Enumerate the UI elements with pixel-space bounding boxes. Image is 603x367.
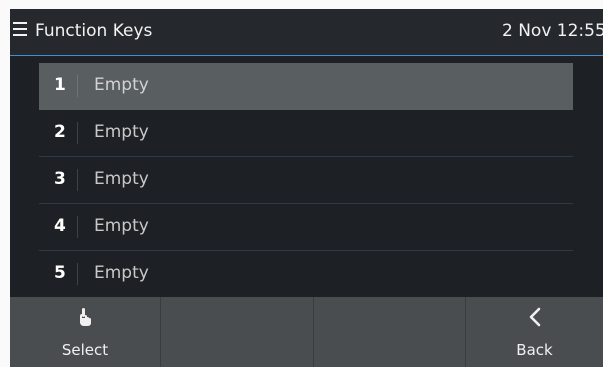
page-title: Function Keys	[35, 21, 153, 41]
phone-screen: Function Keys 2 Nov 12:55 1 Empty 2 Empt…	[10, 9, 603, 367]
softkey-bar: Select Back	[10, 297, 603, 367]
clock: 2 Nov 12:55	[502, 21, 603, 41]
softkey-2[interactable]	[161, 297, 314, 367]
item-label: Empty	[94, 122, 149, 142]
item-number: 5	[54, 263, 66, 283]
item-divider	[77, 169, 78, 191]
list-item-3[interactable]: 3 Empty	[39, 157, 573, 204]
item-label: Empty	[94, 263, 149, 283]
select-softkey-label: Select	[61, 341, 109, 359]
function-key-list: 1 Empty 2 Empty 3 Empty 4 Empty 5 Empty	[39, 63, 573, 298]
item-number: 1	[54, 75, 66, 95]
item-divider	[77, 122, 78, 144]
item-divider	[77, 216, 78, 238]
select-softkey[interactable]: Select	[10, 297, 161, 367]
hand-pointer-icon	[10, 307, 160, 329]
item-label: Empty	[94, 75, 149, 95]
item-number: 4	[54, 216, 66, 236]
menu-icon[interactable]	[13, 22, 27, 36]
back-softkey[interactable]: Back	[466, 297, 603, 367]
back-softkey-label: Back	[516, 341, 553, 359]
list-item-1[interactable]: 1 Empty	[39, 63, 573, 110]
item-divider	[77, 75, 78, 97]
item-number: 3	[54, 169, 66, 189]
item-label: Empty	[94, 169, 149, 189]
list-item-5[interactable]: 5 Empty	[39, 251, 573, 298]
list-item-4[interactable]: 4 Empty	[39, 204, 573, 251]
softkey-3[interactable]	[314, 297, 466, 367]
header-bar: Function Keys 2 Nov 12:55	[10, 9, 603, 56]
item-label: Empty	[94, 216, 149, 236]
item-number: 2	[54, 122, 66, 142]
chevron-left-icon	[466, 307, 603, 329]
list-item-2[interactable]: 2 Empty	[39, 110, 573, 157]
item-divider	[77, 263, 78, 285]
